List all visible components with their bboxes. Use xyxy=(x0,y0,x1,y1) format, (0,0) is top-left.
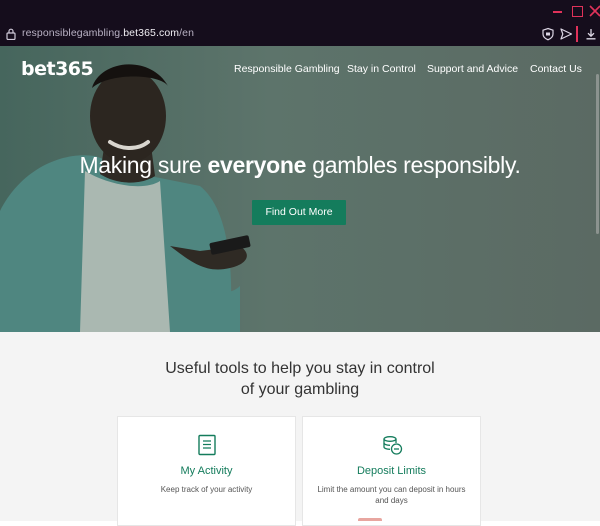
coins-icon xyxy=(383,436,403,455)
url-domain: bet365.com xyxy=(123,27,180,39)
close-icon[interactable] xyxy=(587,3,600,19)
url-field[interactable]: responsiblegambling.bet365.com/en xyxy=(22,27,194,39)
card-description: Limit the amount you can deposit in hour… xyxy=(317,485,466,505)
nav-stay-in-control[interactable]: Stay in Control xyxy=(347,63,416,75)
shield-icon[interactable] xyxy=(541,27,555,41)
document-icon xyxy=(198,434,216,456)
card-title: My Activity xyxy=(180,465,233,477)
my-activity-card[interactable]: My Activity Keep track of your activity xyxy=(117,416,296,526)
address-bar: responsiblegambling.bet365.com/en xyxy=(0,22,600,46)
card-description: Keep track of your activity xyxy=(160,485,253,494)
nav-support-and-advice[interactable]: Support and Advice xyxy=(427,63,518,75)
maximize-icon[interactable] xyxy=(569,3,585,19)
find-out-more-button[interactable]: Find Out More xyxy=(252,200,346,225)
nav-contact-us[interactable]: Contact Us xyxy=(530,63,582,75)
lock-icon xyxy=(6,28,16,40)
window-titlebar xyxy=(0,0,600,22)
page-scrollbar[interactable] xyxy=(594,46,600,521)
tools-heading: Useful tools to help you stay in control… xyxy=(165,360,435,398)
headline-emphasis: everyone xyxy=(207,152,307,178)
download-icon[interactable] xyxy=(584,27,598,41)
card-title: Deposit Limits xyxy=(356,465,427,477)
hero-banner: bet365 Responsible Gambling Stay in Cont… xyxy=(0,46,600,332)
minimize-icon[interactable] xyxy=(550,3,566,19)
toolbar-separator xyxy=(576,26,578,42)
hero-headline: Making sure everyone gambles responsibly… xyxy=(79,152,521,178)
hero-photo xyxy=(0,46,600,332)
tools-section: Useful tools to help you stay in control… xyxy=(0,332,600,526)
deposit-limits-card[interactable]: Deposit Limits Limit the amount you can … xyxy=(302,416,481,526)
brand-logo[interactable]: bet365 xyxy=(21,58,94,80)
scrollbar-thumb[interactable] xyxy=(596,74,599,234)
nav-responsible-gambling[interactable]: Responsible Gambling xyxy=(234,63,340,75)
send-icon[interactable] xyxy=(559,27,573,41)
